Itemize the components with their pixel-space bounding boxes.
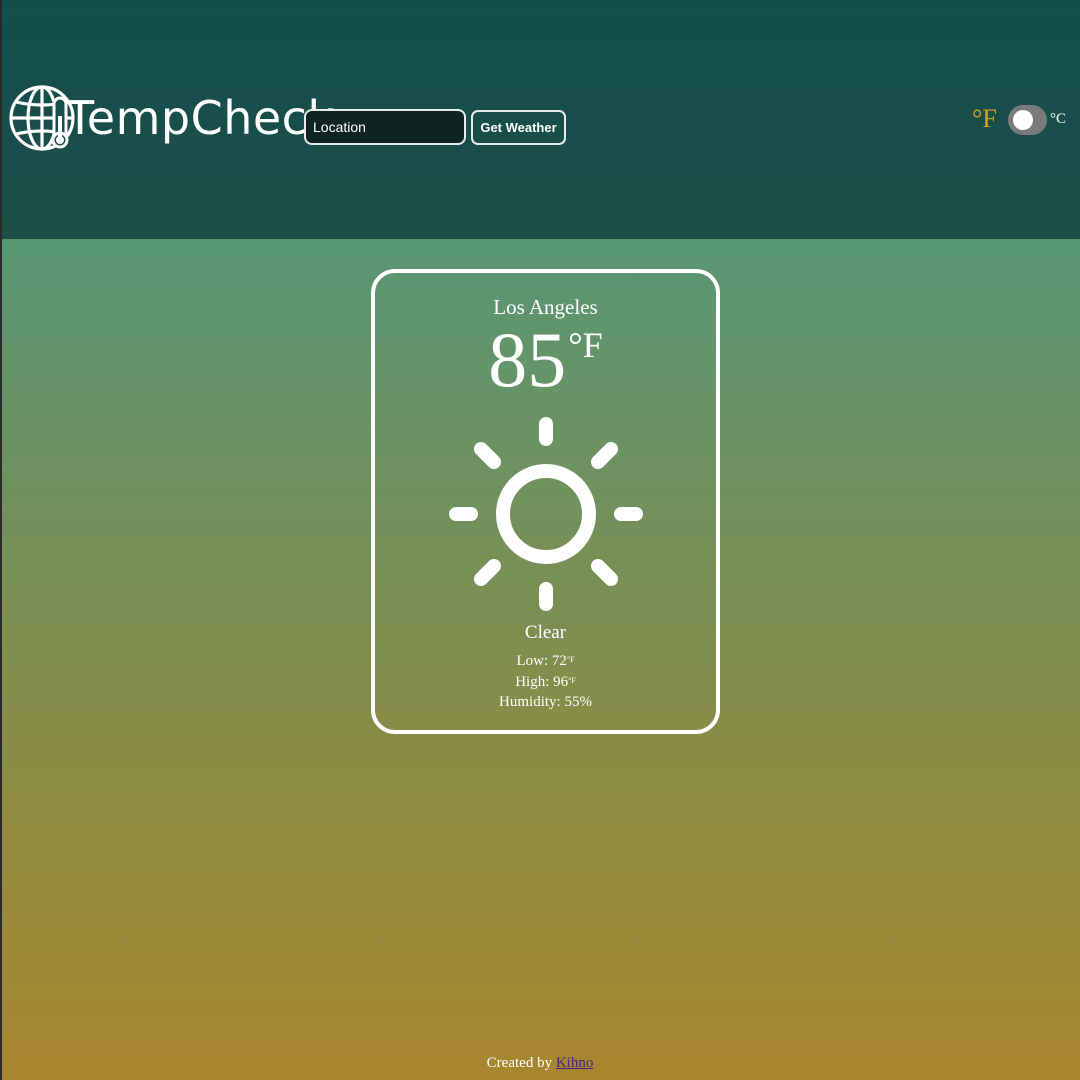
low-unit: °F — [566, 655, 575, 664]
high-label: High: — [515, 674, 554, 690]
low-value: 72 — [551, 653, 567, 669]
author-link[interactable]: Kihno — [556, 1055, 594, 1071]
app-title: TempCheck — [66, 91, 335, 145]
fahrenheit-label: °F — [972, 104, 997, 133]
get-weather-button[interactable]: Get Weather — [471, 110, 566, 145]
humidity: Humidity: 55% — [499, 694, 592, 710]
weather-card: Los Angeles 85°F Clear Low: 72°F High: 9… — [371, 269, 720, 734]
sun-icon — [449, 417, 643, 611]
high-value: 96 — [553, 674, 569, 690]
location-input[interactable] — [304, 109, 466, 145]
temperature-unit: °F — [568, 325, 603, 365]
weather-condition: Clear — [524, 622, 567, 643]
footer-text: Created by — [486, 1055, 556, 1071]
left-border — [0, 0, 2, 1080]
low-temperature: Low: 72°F — [375, 653, 716, 670]
footer: Created by Kihno — [0, 1055, 1080, 1072]
high-unit: °F — [568, 676, 576, 685]
unit-toggle-switch[interactable] — [1008, 105, 1047, 135]
high-temperature: High: 96°F — [375, 674, 716, 691]
celsius-label: °C — [1050, 111, 1067, 127]
temperature-value: 85 — [488, 316, 567, 403]
toggle-knob — [1013, 110, 1033, 130]
low-label: Low: — [516, 653, 552, 669]
header: TempCheck Get Weather °F °C — [0, 0, 1080, 1080]
current-temperature: 85°F — [375, 321, 716, 399]
app-logo[interactable]: TempCheck — [8, 82, 335, 154]
